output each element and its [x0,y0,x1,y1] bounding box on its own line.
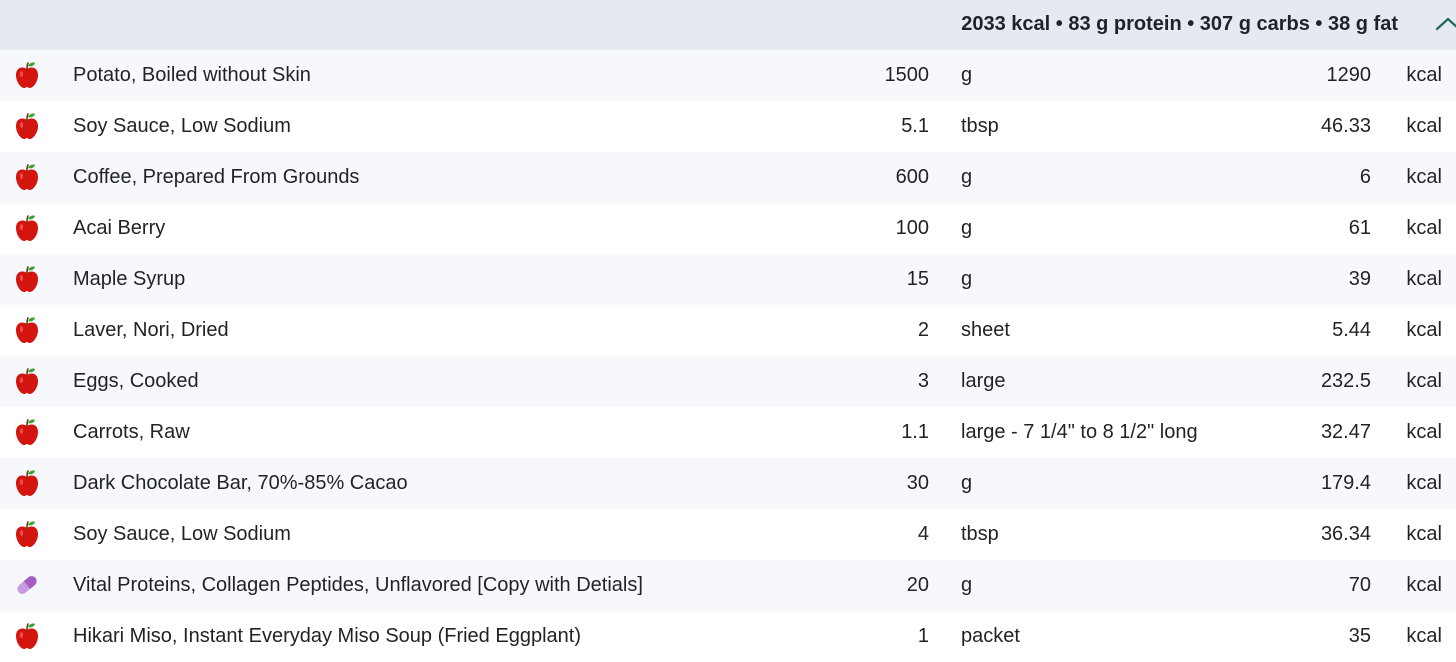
food-amount[interactable]: 4 [918,522,929,546]
food-unit[interactable]: packet [961,624,1020,648]
food-unit[interactable]: g [961,165,972,189]
food-kcal: 39 [1348,268,1371,290]
apple-icon [14,622,40,650]
food-unit[interactable]: g [961,216,972,240]
food-entry-row[interactable]: Acai Berry 100 g 61 kcal [0,203,1456,254]
food-unit[interactable]: g [961,471,972,495]
food-amount[interactable]: 15 [907,267,929,291]
food-name[interactable]: Soy Sauce, Low Sodium [73,114,291,138]
apple-icon [14,469,40,497]
food-kcal-unit: kcal [1406,217,1442,239]
food-entry-row[interactable]: Dark Chocolate Bar, 70%-85% Cacao 30 g 179.… [0,458,1456,509]
apple-icon [14,265,40,293]
nutrition-summary: 2033 kcal • 83 g protein • 307 g carbs •… [961,13,1398,35]
chevron-up-icon[interactable] [1434,13,1456,37]
food-unit[interactable]: g [961,267,972,291]
food-name[interactable]: Coffee, Prepared From Grounds [73,165,359,189]
food-kcal: 36.34 [1320,523,1371,545]
food-entry-row[interactable]: Carrots, Raw 1.1 large - 7 1/4" to 8 1/2" … [0,407,1456,458]
apple-icon [14,367,40,395]
food-name[interactable]: Maple Syrup [73,267,185,291]
food-entry-row[interactable]: Soy Sauce, Low Sodium 4 tbsp 36.34 kcal [0,509,1456,560]
food-name[interactable]: Vital Proteins, Collagen Peptides, Unfla… [73,573,643,597]
food-name[interactable]: Laver, Nori, Dried [73,318,229,342]
food-entry-row[interactable]: Eggs, Cooked 3 large 232.5 kcal [0,356,1456,407]
food-unit[interactable]: g [961,63,972,87]
food-name[interactable]: Acai Berry [73,216,165,240]
food-entry-row[interactable]: Laver, Nori, Dried 2 sheet 5.44 kcal [0,305,1456,356]
food-unit[interactable]: tbsp [961,522,999,546]
food-amount[interactable]: 2 [918,318,929,342]
food-kcal: 46.33 [1320,115,1371,137]
food-unit[interactable]: large - 7 1/4" to 8 1/2" long [961,420,1198,444]
food-kcal: 5.44 [1332,319,1371,341]
apple-icon [14,520,40,548]
food-unit[interactable]: tbsp [961,114,999,138]
apple-icon [14,163,40,191]
food-name[interactable]: Eggs, Cooked [73,369,199,393]
apple-icon [14,112,40,140]
food-amount[interactable]: 1.1 [901,420,929,444]
food-unit[interactable]: g [961,573,972,597]
food-kcal-unit: kcal [1406,115,1442,137]
apple-icon [14,214,40,242]
food-kcal-unit: kcal [1406,625,1442,647]
food-amount[interactable]: 100 [896,216,929,240]
food-kcal-unit: kcal [1406,574,1442,596]
food-amount[interactable]: 1500 [885,63,930,87]
food-unit[interactable]: sheet [961,318,1010,342]
food-amount[interactable]: 30 [907,471,929,495]
food-name[interactable]: Carrots, Raw [73,420,190,444]
food-kcal-unit: kcal [1406,319,1442,341]
food-kcal: 70 [1348,574,1371,596]
food-amount[interactable]: 1 [918,624,929,648]
food-kcal-unit: kcal [1406,421,1442,443]
apple-icon [14,61,40,89]
food-kcal-unit: kcal [1406,370,1442,392]
pill-icon [14,571,40,599]
food-unit[interactable]: large [961,369,1005,393]
food-kcal: 35 [1348,625,1371,647]
food-name[interactable]: Dark Chocolate Bar, 70%-85% Cacao [73,471,408,495]
food-amount[interactable]: 600 [896,165,929,189]
food-amount[interactable]: 3 [918,369,929,393]
food-entry-row[interactable]: Maple Syrup 15 g 39 kcal [0,254,1456,305]
food-name[interactable]: Hikari Miso, Instant Everyday Miso Soup … [73,624,581,648]
apple-icon [14,316,40,344]
food-kcal-unit: kcal [1406,166,1442,188]
food-entry-row[interactable]: Soy Sauce, Low Sodium 5.1 tbsp 46.33 kcal [0,101,1456,152]
food-amount[interactable]: 5.1 [901,114,929,138]
food-kcal-unit: kcal [1406,472,1442,494]
food-kcal: 1290 [1326,64,1372,86]
food-kcal: 179.4 [1320,472,1371,494]
food-kcal-unit: kcal [1406,64,1442,86]
food-entry-row[interactable]: Hikari Miso, Instant Everyday Miso Soup … [0,611,1456,662]
food-kcal-unit: kcal [1406,268,1442,290]
food-kcal: 6 [1359,166,1371,188]
food-name[interactable]: Potato, Boiled without Skin [73,63,311,87]
food-kcal: 232.5 [1320,370,1371,392]
food-name[interactable]: Soy Sauce, Low Sodium [73,522,291,546]
food-entry-list: Potato, Boiled without Skin 1500 g 1290 kcal… [0,50,1456,662]
apple-icon [14,418,40,446]
summary-header[interactable]: 2033 kcal • 83 g protein • 307 g carbs •… [0,0,1456,50]
food-kcal: 61 [1348,217,1371,239]
food-kcal: 32.47 [1320,421,1371,443]
food-entry-row[interactable]: Coffee, Prepared From Grounds 600 g 6 kcal [0,152,1456,203]
food-entry-row[interactable]: Potato, Boiled without Skin 1500 g 1290 kcal [0,50,1456,101]
food-entry-row[interactable]: Vital Proteins, Collagen Peptides, Unfla… [0,560,1456,611]
food-amount[interactable]: 20 [907,573,929,597]
food-kcal-unit: kcal [1406,523,1442,545]
